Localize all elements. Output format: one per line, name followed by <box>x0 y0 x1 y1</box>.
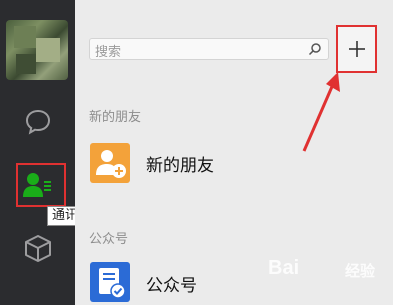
chat-icon[interactable] <box>24 108 52 136</box>
annotation-arrow <box>302 72 340 152</box>
contacts-highlight-box <box>16 163 66 207</box>
box-icon[interactable] <box>23 233 53 263</box>
official-account-icon[interactable] <box>90 262 130 302</box>
section-label-public-accounts: 公众号 <box>89 232 129 247</box>
watermark-brand: Bai <box>268 257 300 279</box>
sidebar <box>0 0 75 305</box>
list-item-public-accounts[interactable]: 公众号 <box>146 271 197 296</box>
list-item-new-friends[interactable]: 新的朋友 <box>146 151 214 176</box>
watermark-suffix: 经验 <box>345 262 376 280</box>
search-icon[interactable] <box>308 42 322 56</box>
watermark-logo: Bai 经验 <box>268 255 393 285</box>
section-label-new-friends: 新的朋友 <box>89 110 142 125</box>
search-placeholder: 搜索 <box>95 45 122 60</box>
avatar[interactable] <box>6 20 68 80</box>
search-input[interactable]: 搜索 <box>89 38 329 60</box>
plus-icon <box>349 41 365 57</box>
add-friend-icon[interactable] <box>90 143 130 183</box>
